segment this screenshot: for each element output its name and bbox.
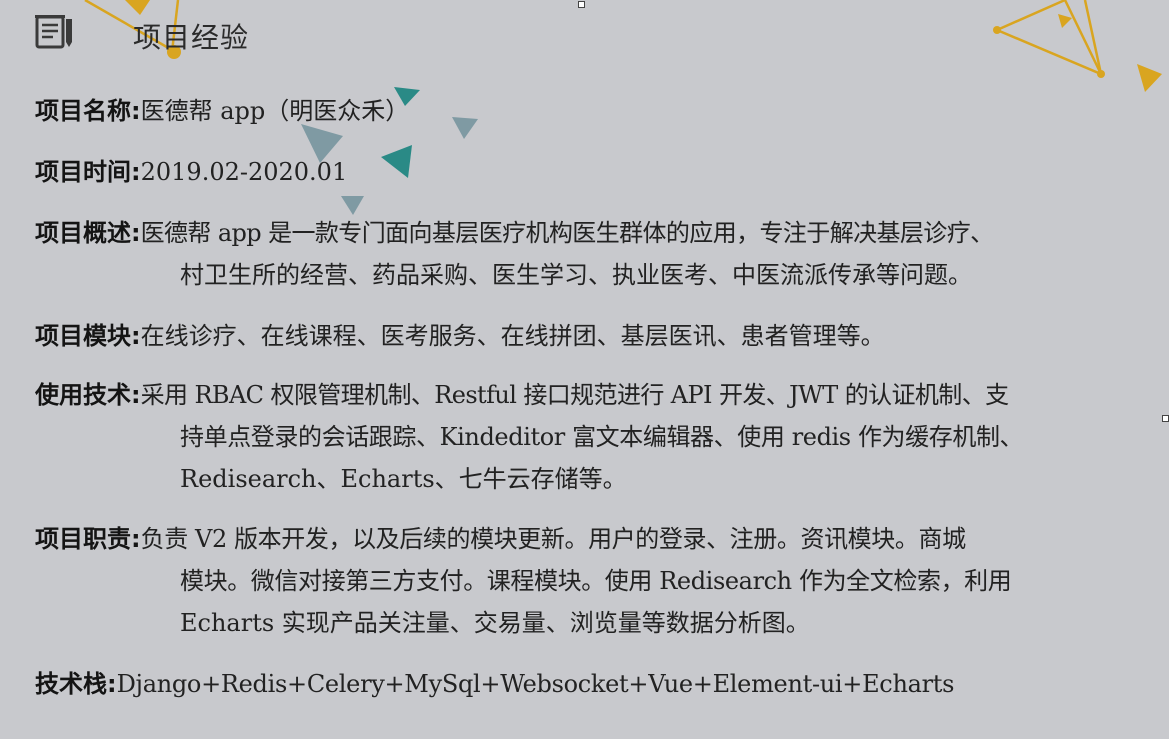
gold-triangle	[125, 0, 150, 15]
gold-line	[1083, 0, 1103, 75]
tech-stack-label: 技术栈:	[35, 670, 117, 698]
section-header: 项目经验	[33, 8, 248, 54]
tech-used-label: 使用技术:	[35, 381, 141, 409]
tech-used-line-3: Redisearch、Echarts、七牛云存储等。	[180, 465, 627, 493]
project-modules-label: 项目模块:	[35, 322, 141, 350]
gold-dot	[993, 26, 1001, 34]
tech-used-line-1: 采用 RBAC 权限管理机制、Restful 接口规范进行 API 开发、JWT…	[140, 381, 1009, 409]
gold-triangle	[1137, 64, 1162, 92]
project-name-value: 医德帮 app（明医众禾）	[140, 97, 410, 125]
project-overview-line-2: 村卫生所的经营、药品采购、医生学习、执业医考、中医流派传承等问题。	[180, 261, 972, 289]
project-name-row: 项目名称:医德帮 app（明医众禾）	[35, 90, 1145, 132]
resize-handle-right[interactable]	[1162, 415, 1169, 422]
tech-used-row: 使用技术:采用 RBAC 权限管理机制、Restful 接口规范进行 API 开…	[35, 374, 1145, 416]
project-time-row: 项目时间:2019.02-2020.01	[35, 151, 1145, 193]
project-modules-row: 项目模块:在线诊疗、在线课程、医考服务、在线拼团、基层医讯、患者管理等。	[35, 315, 1145, 357]
project-time-value: 2019.02-2020.01	[140, 158, 348, 186]
project-modules-value: 在线诊疗、在线课程、医考服务、在线拼团、基层医讯、患者管理等。	[140, 322, 885, 350]
gold-outline-triangle	[993, 0, 1104, 77]
project-name-label: 项目名称:	[35, 97, 141, 125]
duties-line-2: 模块。微信对接第三方支付。课程模块。使用 Redisearch 作为全文检索，利…	[180, 567, 1012, 595]
duties-line-1: 负责 V2 版本开发，以及后续的模块更新。用户的登录、注册。资讯模块。商城	[140, 525, 966, 553]
document-icon	[35, 15, 72, 49]
tech-stack-value: Django+Redis+Celery+MySql+Websocket+Vue+…	[116, 670, 955, 698]
project-overview-line-1: 医德帮 app 是一款专门面向基层医疗机构医生群体的应用，专注于解决基层诊疗、	[140, 219, 995, 247]
duties-row: 项目职责:负责 V2 版本开发，以及后续的模块更新。用户的登录、注册。资讯模块。…	[35, 518, 1145, 560]
gold-dot	[1097, 70, 1105, 78]
gold-triangle	[1058, 14, 1072, 28]
duties-line-3: Echarts 实现产品关注量、交易量、浏览量等数据分析图。	[180, 609, 810, 637]
duties-label: 项目职责:	[35, 525, 141, 553]
tech-stack-row: 技术栈:Django+Redis+Celery+MySql+Websocket+…	[35, 663, 1145, 705]
resize-handle-top[interactable]	[578, 1, 585, 8]
project-time-label: 项目时间:	[35, 158, 141, 186]
project-overview-row: 项目概述:医德帮 app 是一款专门面向基层医疗机构医生群体的应用，专注于解决基…	[35, 212, 1145, 254]
project-overview-label: 项目概述:	[35, 219, 141, 247]
section-title: 项目经验	[133, 21, 250, 54]
tech-used-line-2: 持单点登录的会话跟踪、Kindeditor 富文本编辑器、使用 redis 作为…	[180, 423, 1024, 451]
